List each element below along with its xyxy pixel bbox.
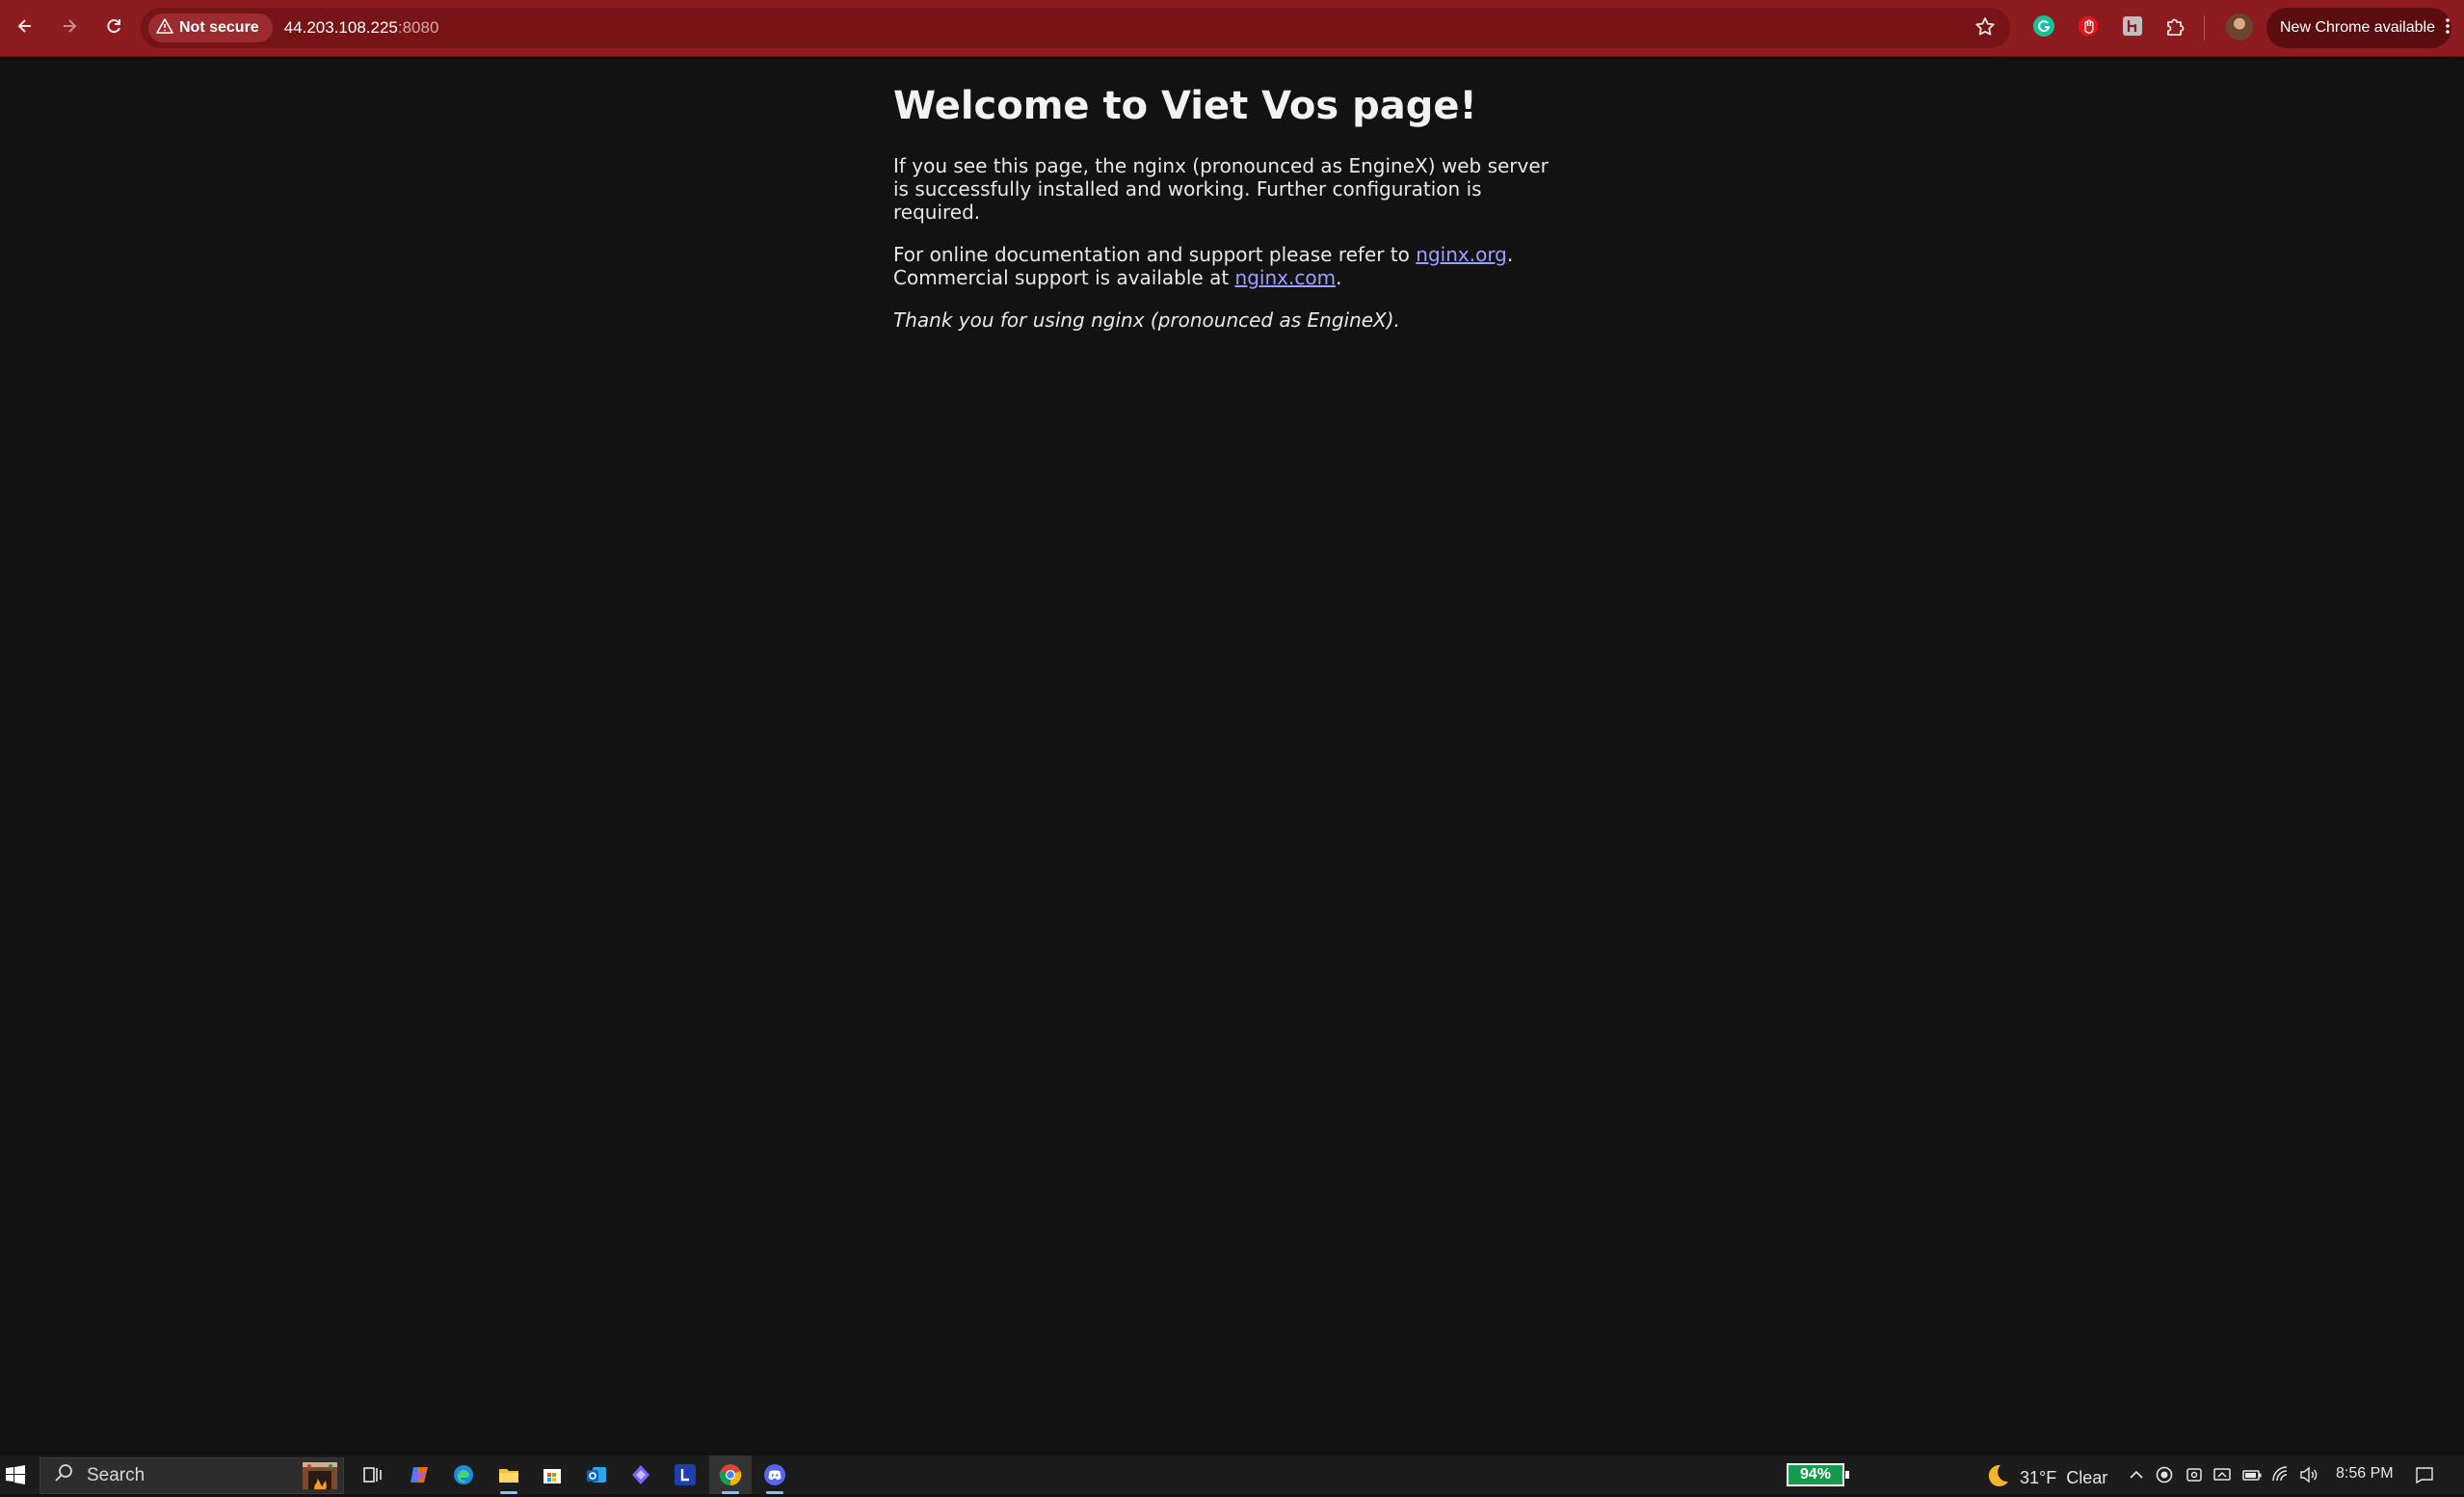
extensions-button[interactable] bbox=[2161, 13, 2190, 42]
kebab-menu-icon[interactable] bbox=[2445, 17, 2451, 40]
file-explorer-icon[interactable] bbox=[497, 1463, 520, 1486]
windows-taskbar: Search 94% 31°F Clear 8:56 PM bbox=[0, 1456, 2464, 1494]
forward-arrow-icon bbox=[60, 16, 79, 40]
nginx-com-link[interactable]: nginx.com bbox=[1235, 266, 1337, 289]
battery-icon[interactable] bbox=[2242, 1466, 2262, 1487]
address-bar[interactable]: Not secure 44.203.108.225:8080 bbox=[141, 8, 2010, 48]
discord-icon[interactable] bbox=[763, 1463, 786, 1486]
adblock-extension[interactable] bbox=[2074, 13, 2103, 42]
chrome-icon[interactable] bbox=[719, 1463, 742, 1486]
browser-toolbar: Not secure 44.203.108.225:8080 New Chrom… bbox=[0, 0, 2464, 57]
taskbar-clock[interactable]: 8:56 PM bbox=[2336, 1465, 2394, 1483]
weather-condition: Clear bbox=[2066, 1468, 2108, 1487]
nginx-org-link[interactable]: nginx.org bbox=[1416, 243, 1507, 266]
intro-paragraph: If you see this page, the nginx (pronoun… bbox=[893, 154, 1549, 224]
weather-widget[interactable]: 31°F Clear bbox=[1985, 1463, 2107, 1493]
microsoft-store-icon[interactable] bbox=[541, 1463, 564, 1486]
star-icon bbox=[1974, 17, 1997, 42]
adblock-icon bbox=[2077, 14, 2100, 41]
profile-avatar[interactable] bbox=[2226, 13, 2253, 40]
h-extension[interactable] bbox=[2118, 13, 2147, 42]
new-chrome-available-button[interactable]: New Chrome available bbox=[2266, 8, 2451, 48]
security-chip-label: Not secure bbox=[179, 19, 259, 36]
chevron-up-icon[interactable] bbox=[2128, 1466, 2145, 1487]
back-button[interactable] bbox=[4, 7, 46, 49]
forward-button[interactable] bbox=[48, 7, 91, 49]
wifi-icon[interactable] bbox=[2271, 1466, 2291, 1487]
thanks-text: Thank you for using nginx (pronounced as… bbox=[893, 308, 1400, 332]
purple-app-icon[interactable] bbox=[629, 1463, 652, 1486]
page-heading: Welcome to Viet Vos page! bbox=[893, 84, 1477, 128]
notification-center-icon[interactable] bbox=[2415, 1466, 2434, 1487]
search-icon bbox=[54, 1463, 73, 1488]
l-app-icon[interactable] bbox=[674, 1463, 697, 1486]
fireplace-icon bbox=[301, 1460, 339, 1491]
reload-button[interactable] bbox=[93, 7, 135, 49]
camera-app-icon[interactable] bbox=[2186, 1466, 2203, 1487]
grammarly-extension[interactable] bbox=[2029, 13, 2058, 42]
update-label: New Chrome available bbox=[2280, 19, 2435, 36]
puzzle-icon bbox=[2164, 14, 2187, 41]
support-text: Commercial support is available at bbox=[893, 266, 1235, 289]
extension-h-icon bbox=[2122, 15, 2143, 40]
docs-text: For online documentation and support ple… bbox=[893, 243, 1417, 266]
toolbar-separator bbox=[2204, 15, 2205, 40]
url-port: :8080 bbox=[397, 18, 439, 37]
windows-logo-icon bbox=[6, 1465, 25, 1488]
docs-punct: . bbox=[1506, 243, 1514, 266]
outlook-icon[interactable] bbox=[585, 1463, 608, 1486]
edge-icon[interactable] bbox=[452, 1463, 475, 1486]
thanks-paragraph: Thank you for using nginx (pronounced as… bbox=[893, 308, 1568, 332]
security-chip[interactable]: Not secure bbox=[148, 13, 273, 42]
reload-icon bbox=[104, 16, 123, 40]
warning-triangle-icon bbox=[156, 17, 173, 39]
taskbar-search-box[interactable]: Search bbox=[40, 1457, 344, 1494]
url-text[interactable]: 44.203.108.225:8080 bbox=[284, 18, 439, 38]
copilot-icon[interactable] bbox=[408, 1463, 431, 1486]
moon-icon bbox=[1985, 1463, 2010, 1493]
start-button[interactable] bbox=[6, 1465, 25, 1488]
task-view-icon[interactable] bbox=[361, 1463, 384, 1486]
battery-percent-badge[interactable]: 94% bbox=[1787, 1463, 1849, 1486]
volume-icon[interactable] bbox=[2299, 1466, 2318, 1487]
back-arrow-icon bbox=[15, 16, 35, 40]
bookmark-button[interactable] bbox=[1974, 15, 1997, 42]
weather-temp: 31°F bbox=[2020, 1468, 2057, 1487]
url-host: 44.203.108.225 bbox=[283, 18, 398, 37]
grammarly-icon bbox=[2032, 14, 2055, 41]
record-icon[interactable] bbox=[2156, 1466, 2173, 1487]
page-content: Welcome to Viet Vos page! If you see thi… bbox=[893, 83, 1568, 351]
screen-icon[interactable] bbox=[2213, 1466, 2231, 1487]
docs-paragraph: For online documentation and support ple… bbox=[893, 243, 1568, 289]
search-label: Search bbox=[87, 1465, 146, 1485]
support-punct: . bbox=[1336, 266, 1342, 289]
